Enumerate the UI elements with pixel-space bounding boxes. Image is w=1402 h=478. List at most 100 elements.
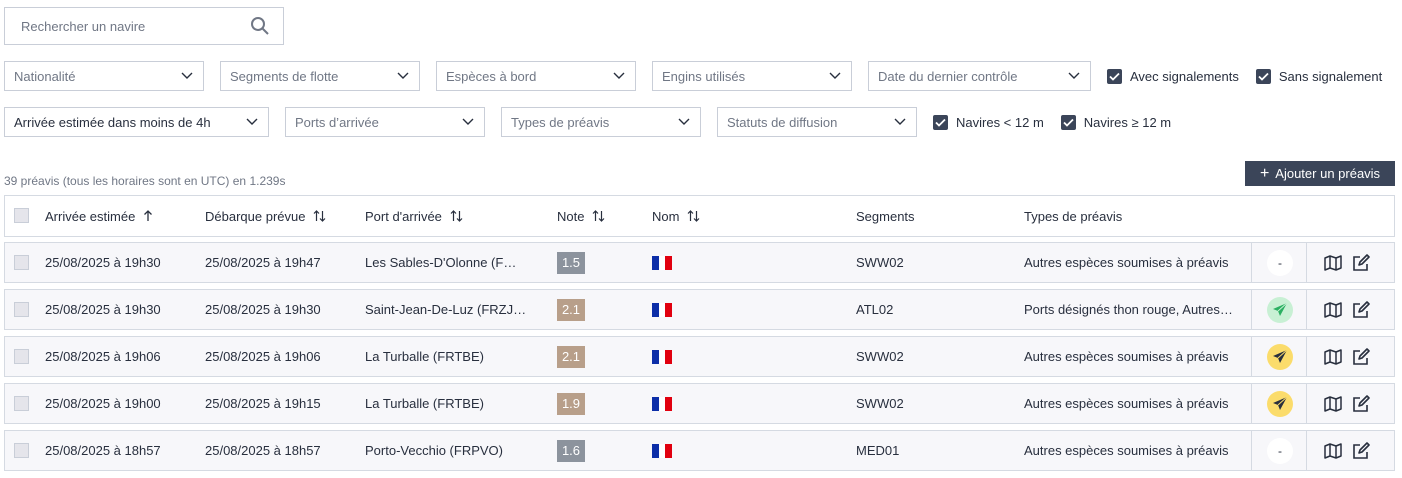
cell-port: Saint-Jean-De-Luz (FRZJ… [365, 302, 527, 317]
vessel-search-box[interactable] [4, 7, 284, 45]
cell-types: Autres espèces soumises à préavis [1024, 443, 1229, 458]
note-badge: 1.6 [557, 439, 585, 462]
nationality-select[interactable]: Nationalité [4, 61, 204, 91]
column-divider [1306, 243, 1307, 282]
last-control-date-select[interactable]: Date du dernier contrôle [868, 61, 1091, 91]
cell-arrival: 25/08/2025 à 19h00 [45, 396, 161, 411]
species-select[interactable]: Espèces à bord [436, 61, 636, 91]
table-row[interactable]: 25/08/2025 à 18h57 25/08/2025 à 18h57 Po… [4, 430, 1395, 471]
chevron-down-icon [246, 118, 258, 125]
vessels-over-12m-checkbox[interactable]: Navires ≥ 12 m [1060, 114, 1171, 130]
edit-icon[interactable] [1351, 300, 1371, 320]
search-icon[interactable] [249, 15, 271, 37]
without-reporting-checkbox[interactable]: Sans signalement [1255, 68, 1382, 84]
france-flag-icon [652, 302, 673, 317]
gears-select[interactable]: Engins utilisés [652, 61, 852, 91]
chevron-down-icon [894, 118, 906, 125]
column-divider [1251, 243, 1252, 282]
checkbox-checked-icon[interactable] [1107, 68, 1122, 84]
sort-icon[interactable] [313, 210, 326, 222]
table-header: Arrivée estimée Débarque prévue Port d'a… [4, 195, 1395, 237]
cell-name [652, 384, 852, 423]
with-reportings-checkbox[interactable]: Avec signalements [1107, 68, 1239, 84]
cell-port: La Turballe (FRTBE) [365, 396, 484, 411]
edit-icon[interactable] [1351, 394, 1371, 414]
france-flag-icon [652, 443, 673, 458]
results-count: 39 préavis (tous les horaires sont en UT… [4, 174, 286, 188]
cell-arrival: 25/08/2025 à 19h06 [45, 349, 161, 364]
cell-arrival: 25/08/2025 à 19h30 [45, 302, 161, 317]
cell-note: 1.6 [557, 431, 597, 470]
edit-icon[interactable] [1351, 253, 1371, 273]
sort-icon[interactable] [687, 210, 700, 222]
diffusion-status-indicator: - [1267, 250, 1293, 276]
column-divider [1251, 384, 1252, 423]
cell-arrival: 25/08/2025 à 18h57 [45, 443, 161, 458]
row-checkbox[interactable] [14, 302, 29, 317]
france-flag-icon [652, 349, 673, 364]
row-checkbox[interactable] [14, 349, 29, 364]
map-icon[interactable] [1323, 441, 1343, 461]
diffusion-status-indicator [1267, 344, 1293, 370]
checkbox-checked-icon[interactable] [933, 114, 948, 130]
sent-plane-icon [1273, 302, 1288, 316]
column-arrival[interactable]: Arrivée estimée [45, 196, 153, 236]
column-name[interactable]: Nom [652, 196, 700, 236]
map-icon[interactable] [1323, 253, 1343, 273]
note-badge: 1.5 [557, 251, 585, 274]
sort-ascending-icon[interactable] [143, 210, 153, 222]
column-divider [1306, 337, 1307, 376]
column-divider [1306, 431, 1307, 470]
add-prior-notification-button[interactable]: + Ajouter un préavis [1245, 161, 1395, 186]
cell-name [652, 290, 852, 329]
row-checkbox[interactable] [14, 396, 29, 411]
select-all-checkbox[interactable] [14, 208, 29, 223]
cell-types: Autres espèces soumises à préavis [1024, 349, 1229, 364]
table-row[interactable]: 25/08/2025 à 19h00 25/08/2025 à 19h15 La… [4, 383, 1395, 424]
column-note[interactable]: Note [557, 196, 605, 236]
cell-types: Autres espèces soumises à préavis [1024, 255, 1229, 270]
chevron-down-icon [829, 72, 841, 79]
fleet-segments-select[interactable]: Segments de flotte [220, 61, 420, 91]
vessel-search-input[interactable] [21, 18, 249, 34]
edit-icon[interactable] [1351, 347, 1371, 367]
chevron-down-icon [678, 118, 690, 125]
cell-note: 1.9 [557, 384, 597, 423]
cell-types: Autres espèces soumises à préavis [1024, 396, 1229, 411]
row-checkbox[interactable] [14, 255, 29, 270]
row-checkbox[interactable] [14, 443, 29, 458]
column-port[interactable]: Port d'arrivée [365, 196, 463, 236]
estimated-arrival-select[interactable]: Arrivée estimée dans moins de 4h [4, 107, 269, 137]
filters-row-2: Arrivée estimée dans moins de 4h Ports d… [4, 107, 1188, 137]
notice-types-select[interactable]: Types de préavis [501, 107, 701, 137]
cell-port: Porto-Vecchio (FRPVO) [365, 443, 503, 458]
filters-row-1: Nationalité Segments de flotte Espèces à… [4, 61, 1382, 91]
table-row[interactable]: 25/08/2025 à 19h30 25/08/2025 à 19h30 Sa… [4, 289, 1395, 330]
cell-name [652, 431, 852, 470]
cell-segments: MED01 [856, 443, 900, 458]
vessels-under-12m-checkbox[interactable]: Navires < 12 m [933, 114, 1044, 130]
cell-segments: ATL02 [856, 302, 894, 317]
note-badge: 1.9 [557, 392, 585, 415]
arrival-ports-select[interactable]: Ports d’arrivée [285, 107, 485, 137]
map-icon[interactable] [1323, 347, 1343, 367]
edit-icon[interactable] [1351, 441, 1371, 461]
cell-landing: 25/08/2025 à 19h47 [205, 255, 321, 270]
sent-plane-icon [1273, 349, 1288, 363]
map-icon[interactable] [1323, 300, 1343, 320]
checkbox-checked-icon[interactable] [1255, 68, 1271, 84]
column-landing[interactable]: Débarque prévue [205, 196, 326, 236]
cell-segments: SWW02 [856, 349, 904, 364]
cell-note: 2.1 [557, 290, 597, 329]
diffusion-status-select[interactable]: Statuts de diffusion [717, 107, 917, 137]
table-row[interactable]: 25/08/2025 à 19h30 25/08/2025 à 19h47 Le… [4, 242, 1395, 283]
sort-icon[interactable] [592, 210, 605, 222]
plus-icon: + [1259, 164, 1270, 182]
map-icon[interactable] [1323, 394, 1343, 414]
checkbox-checked-icon[interactable] [1060, 114, 1076, 130]
cell-note: 1.5 [557, 243, 597, 282]
chevron-down-icon [462, 118, 474, 125]
table-row[interactable]: 25/08/2025 à 19h06 25/08/2025 à 19h06 La… [4, 336, 1395, 377]
sort-icon[interactable] [450, 210, 463, 222]
cell-landing: 25/08/2025 à 18h57 [205, 443, 321, 458]
